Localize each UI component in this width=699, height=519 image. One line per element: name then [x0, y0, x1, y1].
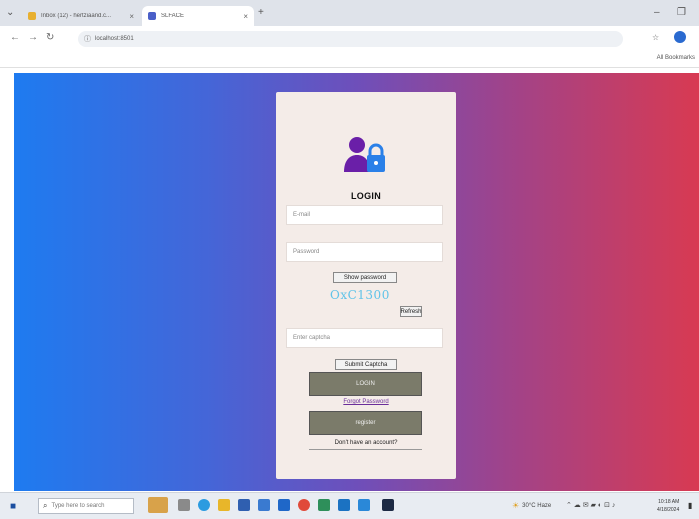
- weather-text: 30°C Haze: [522, 502, 552, 509]
- close-icon[interactable]: ×: [243, 12, 248, 21]
- bookmarks-bar: All Bookmarks: [0, 52, 699, 68]
- taskbar-search-placeholder: Type here to search: [51, 503, 105, 509]
- store-icon[interactable]: [238, 499, 250, 511]
- login-button[interactable]: LOGIN: [309, 372, 422, 396]
- windows-start-icon[interactable]: ■: [10, 501, 16, 512]
- page-background: LOGIN E-mail Password Show password OxC1…: [14, 73, 699, 491]
- widget-icon[interactable]: [148, 497, 168, 513]
- back-icon[interactable]: ←: [10, 32, 20, 43]
- new-tab-button[interactable]: +: [258, 7, 264, 18]
- login-card: LOGIN E-mail Password Show password OxC1…: [276, 92, 456, 479]
- forward-icon[interactable]: →: [28, 32, 38, 43]
- task-view-icon[interactable]: [178, 499, 190, 511]
- tab-inbox[interactable]: Inbox (12) - hertziaand.c... ×: [22, 6, 140, 26]
- show-password-button[interactable]: Show password: [333, 272, 397, 283]
- email-placeholder: E-mail: [293, 212, 311, 218]
- reload-icon[interactable]: ↻: [46, 32, 54, 43]
- chrome-icon[interactable]: [298, 499, 310, 511]
- minimize-button[interactable]: –: [654, 7, 660, 18]
- profile-avatar[interactable]: [674, 31, 686, 43]
- submit-captcha-button[interactable]: Submit Captcha: [335, 359, 397, 370]
- email-field[interactable]: E-mail: [286, 205, 443, 225]
- all-bookmarks-button[interactable]: All Bookmarks: [657, 55, 695, 61]
- captcha-placeholder: Enter captcha: [293, 335, 331, 341]
- divider: [309, 449, 422, 450]
- clock-time: 10:18 AM: [658, 499, 680, 505]
- vscode-icon[interactable]: [358, 499, 370, 511]
- app-icon[interactable]: [338, 499, 350, 511]
- no-account-text: Don't have an account?: [334, 440, 398, 446]
- system-tray-icons[interactable]: ⌃ ☁ ✉ ▰ ◐ ⊡ ♪: [566, 501, 615, 509]
- refresh-captcha-button[interactable]: Refresh: [400, 306, 422, 317]
- register-button[interactable]: register: [309, 411, 422, 435]
- password-field[interactable]: Password: [286, 242, 443, 262]
- close-icon[interactable]: ×: [129, 12, 134, 21]
- user-lock-icon: [344, 137, 385, 172]
- app-favicon-icon: [148, 12, 156, 20]
- tab-slface[interactable]: SLFACE ×: [142, 6, 254, 26]
- login-title: LOGIN: [351, 191, 381, 201]
- edge-browser-icon[interactable]: [198, 499, 210, 511]
- search-icon: ⌕: [43, 501, 48, 510]
- tab-title: Inbox (12) - hertziaand.c...: [41, 13, 112, 19]
- clock-date: 4/18/2024: [657, 507, 680, 513]
- file-explorer-icon[interactable]: [218, 499, 230, 511]
- restore-button[interactable]: ❐: [677, 7, 686, 18]
- url-input[interactable]: ⓘ localhost:8501: [78, 31, 623, 47]
- terminal-icon[interactable]: [382, 499, 394, 511]
- star-icon[interactable]: ☆: [652, 33, 659, 42]
- taskbar: ■ ⌕ Type here to search ☀ 30°C Haze ⌃ ☁ …: [0, 492, 699, 519]
- clock[interactable]: 10:18 AM 4/18/2024: [657, 498, 679, 514]
- url-text: localhost:8501: [95, 36, 134, 42]
- password-placeholder: Password: [293, 249, 320, 255]
- mail-icon[interactable]: [258, 499, 270, 511]
- captcha-input[interactable]: Enter captcha: [286, 328, 443, 348]
- app-icon[interactable]: [318, 499, 330, 511]
- site-info-icon[interactable]: ⓘ: [84, 34, 91, 44]
- app-icon[interactable]: [278, 499, 290, 511]
- address-bar: ← → ↻ ⓘ localhost:8501 ☆: [0, 26, 699, 52]
- forgot-password-link[interactable]: Forgot Password: [276, 399, 456, 405]
- gmail-favicon-icon: [28, 12, 36, 20]
- notification-icon[interactable]: ▮: [688, 501, 692, 510]
- captcha-text: OxC1300: [330, 288, 390, 302]
- taskbar-search-input[interactable]: ⌕ Type here to search: [38, 498, 134, 514]
- tab-search-icon[interactable]: ⌄: [6, 7, 14, 18]
- browser-tab-bar: ⌄ Inbox (12) - hertziaand.c... × SLFACE …: [0, 0, 699, 26]
- tab-title: SLFACE: [161, 13, 185, 19]
- sun-icon: ☀: [512, 501, 520, 510]
- weather-widget[interactable]: ☀ 30°C Haze: [512, 501, 551, 510]
